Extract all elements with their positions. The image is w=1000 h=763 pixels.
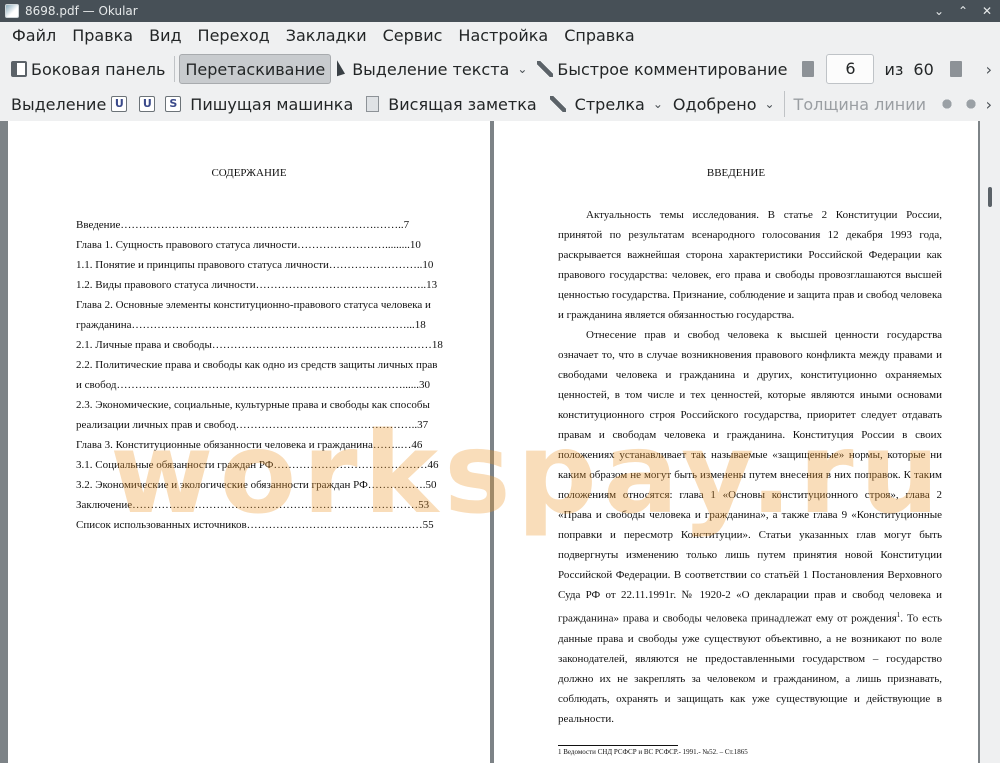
page-total: 60 [913,59,934,79]
table-of-contents: Введение…………………………………………………………….……..7 Гл… [76,215,458,535]
paragraph-text: . То есть данные права и свободы уже сущ… [558,612,942,725]
toc-entry: 1.1. Понятие и принципы правового статус… [76,259,434,271]
toolbar-separator [783,91,785,117]
typewriter-label: Пишущая машинка [190,94,354,114]
menu-edit[interactable]: Правка [64,22,141,50]
menu-file[interactable]: Файл [4,22,64,50]
underline-icon[interactable]: U [111,96,128,112]
toolbar-overflow-icon[interactable]: › [986,60,992,79]
pen-icon [537,61,554,77]
maximize-icon[interactable]: ⌃ [956,4,970,18]
toolbar-separator [174,56,176,82]
line-width-label: Толщина линии [793,94,927,114]
strikeout-icon[interactable]: S [165,96,182,112]
stamp-label: Одобрено [672,94,757,114]
introduction-body: Актуальность темы исследования. В статье… [558,205,942,729]
note-icon [366,96,380,112]
next-page-icon[interactable] [949,61,962,77]
highlighter-label: Выделение [11,94,107,114]
document-view[interactable]: СОДЕРЖАНИЕ Введение………………………………………………………… [0,121,1000,763]
close-icon[interactable]: ✕ [980,4,994,18]
quick-annotations-button[interactable]: Быстрое комментирование [532,54,792,84]
highlighter-button[interactable]: Выделение [6,89,111,119]
toc-entry: Введение…………………………………………………………….……..7 [76,219,410,231]
menu-settings[interactable]: Настройка [450,22,556,50]
window-title: 8698.pdf — Okular [25,4,138,18]
document-page-left: СОДЕРЖАНИЕ Введение………………………………………………………… [8,121,490,763]
typewriter-button[interactable]: Пишущая машинка [185,89,358,119]
menubar: Файл Правка Вид Переход Закладки Сервис … [0,22,1000,50]
toc-entry: реализации личных прав и свобод………………………… [76,419,429,431]
toc-entry: Заключение……………………………………………………………………53 [76,499,430,511]
menu-view[interactable]: Вид [141,22,189,50]
toc-entry: 2.2. Политические права и свободы как од… [76,359,438,371]
annotation-toolbar: Выделение U U S Пишущая машинка Висящая … [0,88,1000,120]
menu-help[interactable]: Справка [556,22,643,50]
menu-go[interactable]: Переход [190,22,278,50]
menu-bookmarks[interactable]: Закладки [278,22,375,50]
chevron-down-icon[interactable]: ⌄ [653,97,663,111]
menu-tools[interactable]: Сервис [375,22,451,50]
footnote-divider [558,745,678,746]
toc-entry: Глава 1. Сущность правового статуса личн… [76,239,421,251]
toc-entry: 3.1. Социальные обязанности граждан РФ……… [76,459,439,471]
paragraph: Актуальность темы исследования. В статье… [558,209,942,321]
chevron-down-icon[interactable]: ⌄ [764,97,774,111]
page-number-input[interactable]: 6 [826,54,875,84]
document-page-right: ВВЕДЕНИЕ Актуальность темы исследования.… [494,121,978,763]
toc-entry: и свобод……………………………………………………………………......… [76,379,431,391]
browse-tool-button[interactable]: Перетаскивание [179,54,332,84]
opacity-icon[interactable] [963,96,980,112]
browse-tool-label: Перетаскивание [185,59,326,79]
squiggle-icon[interactable]: U [139,96,156,112]
page-of-label: из [884,59,904,79]
main-toolbar: Боковая панель Перетаскивание Выделение … [0,50,1000,88]
toc-heading: СОДЕРЖАНИЕ [211,167,287,179]
toc-entry: гражданина…………………………………………………………………...18 [76,319,426,331]
chevron-down-icon[interactable]: ⌄ [517,62,527,76]
footnote: 1 Ведомости СНД РСФСР и ВС РСФСР.- 1991.… [558,748,748,756]
previous-page-icon[interactable] [802,61,815,77]
stamp-button[interactable]: Одобрено ⌄ [668,89,780,119]
window-buttons: ⌄ ⌃ ✕ [932,4,994,18]
toc-entry: Список использованных источников……………………… [76,519,434,531]
pop-up-note-button[interactable]: Висящая заметка [383,89,541,119]
arrow-tool-button[interactable]: Стрелка ⌄ [570,89,668,119]
paragraph: Отнесение прав и свобод человека к высше… [558,325,942,729]
toc-entry: 3.2. Экономические и экологические обяза… [76,479,437,491]
paragraph-text: Отнесение прав и свобод человека к высше… [558,329,942,625]
cursor-icon [336,61,348,77]
toc-entry: 2.1. Личные права и свободы…………………………………… [76,339,443,351]
vertical-scrollbar[interactable] [980,121,1000,763]
toolbar-overflow-icon[interactable]: › [986,95,992,114]
text-selection-tool-button[interactable]: Выделение текста ⌄ [331,54,532,84]
sidebar-button[interactable]: Боковая панель [6,54,170,84]
window-titlebar: 8698.pdf — Okular ⌄ ⌃ ✕ [0,0,1000,22]
sidebar-icon [11,61,27,77]
toc-entry: Глава 2. Основные элементы конституционн… [76,299,431,311]
line-width-button[interactable]: Толщина линии [789,89,932,119]
arrow-tool-label: Стрелка [574,94,645,114]
pop-up-note-label: Висящая заметка [388,94,537,114]
introduction-heading: ВВЕДЕНИЕ [706,167,766,179]
toc-entry: 2.3. Экономические, социальные, культурн… [76,399,430,411]
okular-app-icon [5,4,19,18]
scrollbar-thumb[interactable] [988,187,992,207]
toc-entry: 1.2. Виды правового статуса личности…………… [76,279,438,291]
toc-entry: Глава 3. Конституционные обязанности чел… [76,439,423,451]
minimize-icon[interactable]: ⌄ [932,4,946,18]
sidebar-button-label: Боковая панель [31,59,166,79]
color-icon[interactable] [939,96,956,112]
quick-annotations-label: Быстрое комментирование [557,59,788,79]
arrow-pen-icon [549,96,566,112]
text-selection-label: Выделение текста [352,59,510,79]
